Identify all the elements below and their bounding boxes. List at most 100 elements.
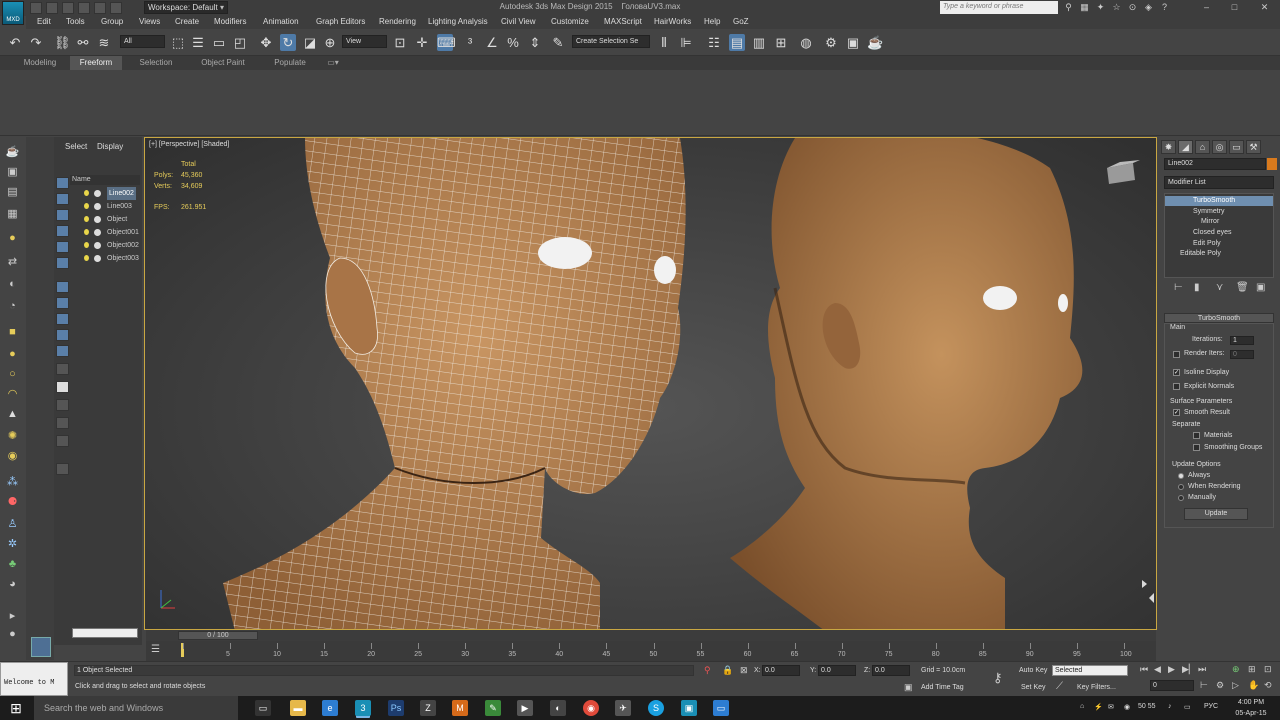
redo-icon[interactable]: ↷ bbox=[28, 34, 44, 51]
tray-icon[interactable]: ◉ bbox=[1124, 703, 1130, 711]
rendered-frame-window-icon[interactable]: ▣ bbox=[845, 34, 861, 51]
motion-tab-icon[interactable]: ◎ bbox=[1212, 140, 1227, 154]
autodesk-exchange-icon[interactable]: ◈ bbox=[1142, 1, 1155, 14]
update-button[interactable]: Update bbox=[1184, 508, 1248, 520]
menu-maxscript[interactable]: MAXScript bbox=[604, 17, 642, 26]
teapot-icon[interactable]: ☕ bbox=[5, 145, 20, 159]
isoline-display-checkbox[interactable]: ✓ bbox=[1173, 369, 1180, 376]
go-to-start-icon[interactable]: ⏮ bbox=[1140, 664, 1148, 675]
y-coord-field[interactable]: 0.0 bbox=[818, 665, 856, 676]
list-item[interactable]: Object002 bbox=[70, 239, 140, 252]
zoom-extents-icon[interactable]: ⊡ bbox=[1264, 664, 1272, 675]
ribbon-options-icon[interactable]: ▭▾ bbox=[322, 56, 344, 70]
set-key-icon[interactable]: ⟋ bbox=[1056, 681, 1063, 692]
unlink-icon[interactable]: ⚯ bbox=[75, 34, 91, 51]
tray-volume-icon[interactable]: ♪ bbox=[1168, 703, 1172, 710]
modify-tab-icon[interactable]: ◢ bbox=[1178, 140, 1193, 154]
viewport-label[interactable]: [+] [Perspective] [Shaded] bbox=[149, 141, 229, 148]
save-file-icon[interactable] bbox=[62, 2, 74, 14]
key-mode-select[interactable]: Selected bbox=[1052, 665, 1128, 676]
stack-item[interactable]: Editable Poly bbox=[1165, 249, 1273, 259]
bulb-icon[interactable] bbox=[84, 255, 89, 261]
schematic-view-icon[interactable]: ⊞ bbox=[773, 34, 789, 51]
layer-manager-icon[interactable]: ☷ bbox=[706, 34, 722, 51]
when-rendering-radio[interactable] bbox=[1178, 484, 1184, 490]
menu-tools[interactable]: Tools bbox=[66, 17, 85, 26]
go-to-end-icon[interactable]: ⏭ bbox=[1198, 664, 1206, 675]
tab-select[interactable]: Select bbox=[65, 142, 87, 151]
display-xrefs-icon[interactable] bbox=[56, 313, 69, 325]
add-time-tag[interactable]: Add Time Tag bbox=[921, 684, 964, 691]
key-filters-button[interactable]: Key Filters... bbox=[1077, 684, 1116, 691]
torus-icon[interactable]: ○ bbox=[5, 367, 20, 381]
selection-lock-icon[interactable]: 🔒 bbox=[722, 665, 733, 676]
menu-customize[interactable]: Customize bbox=[551, 17, 589, 26]
maximize-icon[interactable]: □ bbox=[1228, 1, 1241, 14]
turbosmooth-rollout-title[interactable]: TurboSmooth bbox=[1164, 313, 1274, 323]
close-icon[interactable]: ✕ bbox=[1258, 1, 1271, 14]
dynamics-icon[interactable]: ⚈ bbox=[5, 495, 20, 509]
menu-animation[interactable]: Animation bbox=[263, 17, 299, 26]
select-and-link-icon[interactable]: ⛓ bbox=[54, 34, 71, 51]
pan-icon[interactable]: ✋ bbox=[1248, 680, 1259, 691]
stack-item[interactable]: Closed eyes bbox=[1165, 228, 1273, 238]
make-unique-icon[interactable]: ⋎ bbox=[1216, 282, 1223, 293]
favorites-icon[interactable]: ☆ bbox=[1110, 1, 1123, 14]
media-icon[interactable]: ▶ bbox=[517, 700, 533, 716]
start-button-icon[interactable]: ⊞ bbox=[0, 696, 32, 720]
tray-icon[interactable]: ✉ bbox=[1108, 703, 1114, 711]
system-icon[interactable]: ◔ bbox=[5, 299, 20, 313]
expand-arrow-icon[interactable]: ▸ bbox=[5, 609, 20, 623]
project-folder-icon[interactable] bbox=[110, 2, 122, 14]
display-lights-icon[interactable] bbox=[56, 225, 69, 237]
menu-civil-view[interactable]: Civil View bbox=[501, 17, 536, 26]
sun-icon[interactable]: ✺ bbox=[5, 429, 20, 443]
chrome-icon[interactable]: ◉ bbox=[583, 700, 599, 716]
light-icon[interactable]: ● bbox=[5, 231, 20, 245]
pivot-center-icon[interactable]: ⊡ bbox=[392, 34, 408, 51]
visibility-icon[interactable] bbox=[94, 242, 101, 249]
photoshop-icon[interactable]: Ps bbox=[388, 700, 404, 716]
align-icon[interactable]: ⊫ bbox=[678, 34, 694, 51]
absolute-mode-icon[interactable]: ⊠ bbox=[740, 665, 748, 676]
visibility-icon[interactable] bbox=[94, 255, 101, 262]
snaps-toggle-icon[interactable]: ³ bbox=[462, 34, 478, 51]
smooth-result-checkbox[interactable]: ✓ bbox=[1173, 409, 1180, 416]
redo-quick-icon[interactable] bbox=[94, 2, 106, 14]
light-list-icon[interactable]: ▤ bbox=[5, 185, 20, 199]
tab-populate[interactable]: Populate bbox=[264, 56, 316, 70]
clock[interactable]: 4:00 PM 05-Apr-15 bbox=[1224, 697, 1278, 719]
always-radio[interactable] bbox=[1178, 473, 1184, 479]
tab-selection[interactable]: Selection bbox=[130, 56, 182, 70]
explicit-normals-checkbox[interactable] bbox=[1173, 383, 1180, 390]
utilities-tab-icon[interactable]: ⚒ bbox=[1246, 140, 1261, 154]
viewcube[interactable] bbox=[1107, 160, 1140, 184]
auto-key-button[interactable]: Auto Key bbox=[1019, 667, 1047, 674]
stack-item[interactable]: Edit Poly bbox=[1165, 239, 1273, 249]
character-icon[interactable]: ♙ bbox=[5, 517, 20, 531]
menu-views[interactable]: Views bbox=[139, 17, 160, 26]
display-geometry-icon[interactable] bbox=[56, 193, 69, 205]
app4-icon[interactable]: ▣ bbox=[681, 700, 697, 716]
orbit-icon[interactable]: ⟲ bbox=[1264, 680, 1272, 691]
percent-snap-icon[interactable]: % bbox=[505, 34, 521, 51]
render-iters-spinner[interactable]: 0 bbox=[1230, 350, 1254, 359]
bulb-icon[interactable] bbox=[84, 229, 89, 235]
geosphere-icon[interactable]: ◉ bbox=[5, 449, 20, 463]
tray-icon[interactable]: ⚡ bbox=[1094, 703, 1103, 711]
stack-item[interactable]: Symmetry bbox=[1165, 207, 1273, 217]
ref-coord-select[interactable]: View bbox=[342, 35, 387, 48]
stack-item[interactable]: TurboSmooth bbox=[1165, 196, 1273, 206]
filter-icon[interactable] bbox=[56, 399, 69, 411]
task-view-icon[interactable]: ▭ bbox=[255, 700, 271, 716]
select-and-rotate-icon[interactable]: ↻ bbox=[280, 34, 296, 51]
display-frozen-icon[interactable] bbox=[56, 363, 69, 375]
remove-modifier-icon[interactable]: 🗑 bbox=[1236, 282, 1249, 293]
gear-icon[interactable]: ✲ bbox=[5, 537, 20, 551]
name-column-header[interactable]: Name bbox=[70, 175, 140, 185]
curve-editor-icon[interactable]: ▥ bbox=[751, 34, 767, 51]
list-item[interactable]: Object bbox=[70, 213, 140, 226]
time-config-icon[interactable]: ⚙ bbox=[1216, 680, 1224, 691]
app-icon[interactable]: ✎ bbox=[485, 700, 501, 716]
list-item[interactable]: Line002 bbox=[70, 187, 140, 200]
